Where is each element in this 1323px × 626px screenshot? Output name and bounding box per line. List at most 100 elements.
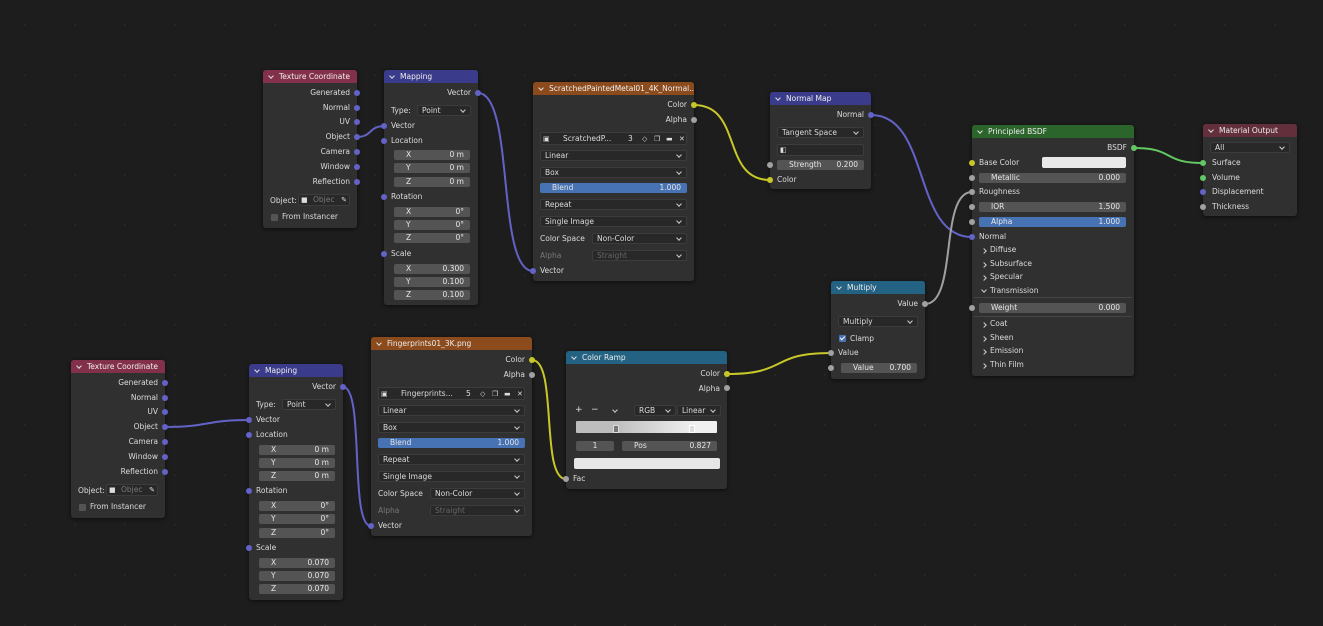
panel-subsurface[interactable]: Subsurface (990, 259, 1032, 269)
socket-window[interactable] (162, 454, 168, 460)
ior-field[interactable]: IOR 1.500 (979, 202, 1126, 212)
socket-vector-in[interactable] (246, 417, 252, 423)
scale-z[interactable]: Z 0.100 (394, 290, 470, 300)
ramp-gradient-bar[interactable] (576, 421, 717, 433)
type-dropdown[interactable]: Point (417, 105, 471, 116)
extension-dropdown[interactable]: Repeat (378, 454, 525, 465)
node-header[interactable]: Mapping (249, 364, 343, 377)
socket-base-color-in[interactable] (969, 160, 975, 166)
socket-thickness-in[interactable] (1200, 204, 1206, 210)
panel-coat[interactable]: Coat (990, 319, 1007, 329)
location-y[interactable]: Y0 m (259, 458, 335, 468)
ramp-stop-1[interactable] (613, 425, 619, 433)
color-space-dropdown[interactable]: Non-Color (592, 233, 687, 244)
socket-generated[interactable] (354, 90, 360, 96)
eyedropper-icon[interactable]: ✎ (341, 195, 347, 205)
panel-emission[interactable]: Emission (990, 346, 1023, 356)
socket-window[interactable] (354, 164, 360, 170)
socket-location-in[interactable] (246, 432, 252, 438)
node-header[interactable]: Color Ramp (566, 351, 727, 364)
panel-specular[interactable]: Specular (990, 272, 1023, 282)
mapping-node-1[interactable]: Mapping Vector Type: Point Vector Locati… (384, 70, 478, 305)
socket-generated[interactable] (162, 380, 168, 386)
material-output-node[interactable]: Material Output All Surface Volume Displ… (1203, 124, 1297, 216)
remove-stop-icon[interactable]: − (591, 405, 599, 415)
target-dropdown[interactable]: All (1210, 142, 1290, 153)
socket-value-in-2[interactable] (828, 365, 834, 371)
socket-scale-in[interactable] (246, 545, 252, 551)
socket-color-out[interactable] (529, 357, 535, 363)
socket-normal-in[interactable] (969, 234, 975, 240)
fake-user-icon[interactable]: ◇ (480, 389, 485, 399)
node-header[interactable]: Mapping (384, 70, 478, 83)
mapping-node-2[interactable]: Mapping Vector Type: Point Vector Locati… (249, 364, 343, 600)
socket-alpha-in[interactable] (969, 219, 975, 225)
socket-value-in-1[interactable] (828, 350, 834, 356)
eyedropper-icon[interactable]: ✎ (149, 485, 155, 495)
interpolation-dropdown[interactable]: Linear (378, 405, 525, 416)
image-texture-node-1[interactable]: ScratchedPaintedMetal01_4K_Normal.... Co… (533, 82, 694, 281)
socket-normal[interactable] (354, 105, 360, 111)
scale-x[interactable]: X 0.070 (259, 558, 335, 568)
socket-color-out[interactable] (691, 102, 697, 108)
socket-fac-in[interactable] (563, 476, 569, 482)
stop-position-field[interactable]: Pos 0.827 (622, 441, 717, 451)
socket-rotation-in[interactable] (381, 194, 387, 200)
socket-reflection[interactable] (354, 179, 360, 185)
scale-x[interactable]: X 0.300 (394, 264, 470, 274)
strength-field[interactable]: Strength 0.200 (777, 160, 864, 170)
socket-camera[interactable] (354, 149, 360, 155)
socket-bsdf-out[interactable] (1131, 145, 1137, 151)
object-picker[interactable]: ■ Objec ✎ (298, 194, 350, 206)
scale-y[interactable]: Y 0.070 (259, 571, 335, 581)
texture-coordinate-node-2[interactable]: Texture Coordinate Generated Normal UV O… (71, 360, 165, 518)
socket-color-out[interactable] (724, 371, 730, 377)
principled-bsdf-node[interactable]: Principled BSDF BSDF Base Color Metallic… (972, 125, 1134, 376)
from-instancer-checkbox[interactable] (79, 504, 86, 511)
base-color-swatch[interactable] (1042, 157, 1126, 168)
object-picker[interactable]: ■ Objec ✎ (106, 484, 158, 496)
socket-weight-in[interactable] (969, 305, 975, 311)
socket-volume-in[interactable] (1200, 175, 1206, 181)
weight-field[interactable]: Weight 0.000 (979, 303, 1126, 313)
extension-dropdown[interactable]: Repeat (540, 199, 687, 210)
socket-metallic-in[interactable] (969, 175, 975, 181)
socket-ior-in[interactable] (969, 204, 975, 210)
node-header[interactable]: Fingerprints01_3K.png (371, 337, 532, 350)
close-icon[interactable]: ✕ (679, 134, 685, 144)
socket-vector-in[interactable] (530, 268, 536, 274)
source-dropdown[interactable]: Single Image (540, 216, 687, 227)
operation-dropdown[interactable]: Multiply (838, 316, 918, 327)
socket-displacement-in[interactable] (1200, 189, 1206, 195)
socket-normal[interactable] (162, 395, 168, 401)
location-z[interactable]: Z0 m (394, 177, 470, 187)
socket-object[interactable] (162, 424, 168, 430)
socket-vector-in[interactable] (368, 523, 374, 529)
blend-field[interactable]: Blend 1.000 (378, 438, 525, 448)
node-header[interactable]: Principled BSDF (972, 125, 1134, 138)
close-icon[interactable]: ✕ (517, 389, 523, 399)
socket-uv[interactable] (162, 409, 168, 415)
duplicate-icon[interactable]: ❐ (654, 134, 660, 144)
active-stop-index[interactable]: 1 (576, 441, 614, 451)
uv-map-selector[interactable]: ◧ (777, 144, 864, 156)
interpolation-dropdown[interactable]: Linear (677, 405, 721, 416)
scale-z[interactable]: Z 0.070 (259, 584, 335, 594)
location-x[interactable]: X0 m (394, 150, 470, 160)
alpha-field[interactable]: Alpha 1.000 (979, 217, 1126, 227)
source-dropdown[interactable]: Single Image (378, 471, 525, 482)
ramp-stop-2-active[interactable] (689, 425, 695, 433)
image-selector[interactable]: ▣ Fingerprints... 5 ◇ ❐ ▬ ✕ (378, 387, 525, 400)
socket-reflection[interactable] (162, 469, 168, 475)
projection-dropdown[interactable]: Box (378, 422, 525, 433)
fake-user-icon[interactable]: ◇ (642, 134, 647, 144)
rotation-x[interactable]: X 0° (394, 207, 470, 217)
interpolation-dropdown[interactable]: Linear (540, 150, 687, 161)
node-header[interactable]: Texture Coordinate (263, 70, 357, 83)
rotation-y[interactable]: Y 0° (394, 220, 470, 230)
stop-color-swatch[interactable] (574, 458, 720, 469)
image-selector[interactable]: ▣ ScratchedP... 3 ◇ ❐ ▬ ✕ (540, 132, 687, 145)
socket-uv[interactable] (354, 119, 360, 125)
texture-coordinate-node-1[interactable]: Texture Coordinate Generated Normal UV O… (263, 70, 357, 228)
color-space-dropdown[interactable]: Non-Color (430, 488, 525, 499)
